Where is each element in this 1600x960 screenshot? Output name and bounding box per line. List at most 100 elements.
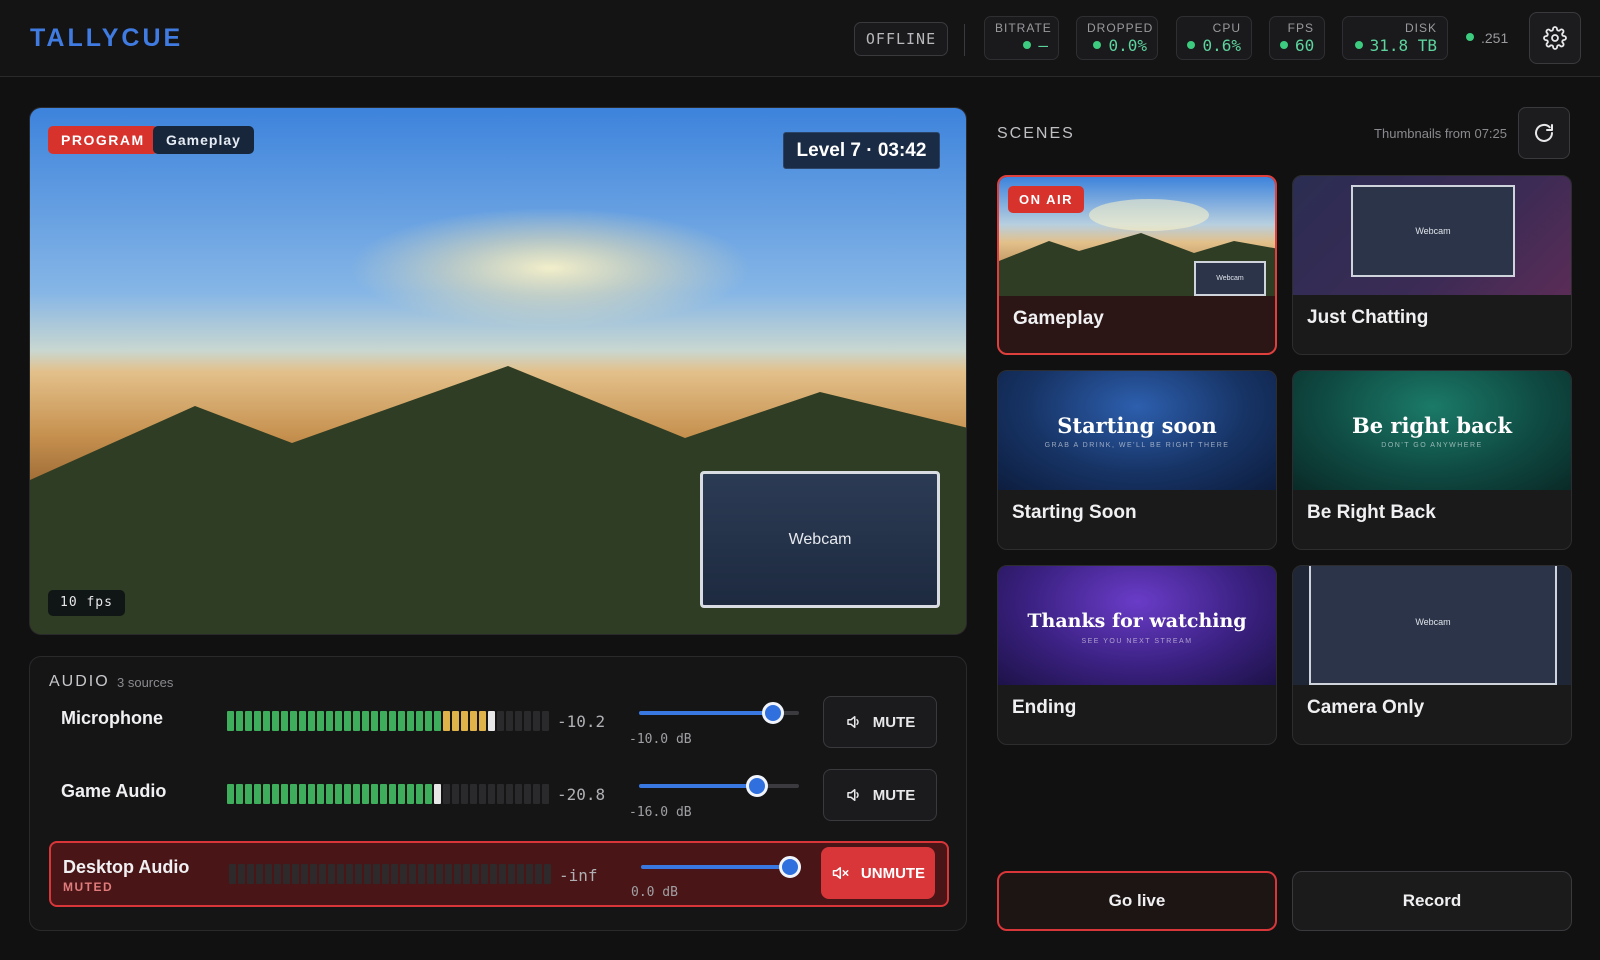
stat-disk-label: DISK	[1404, 21, 1437, 35]
meter-segment	[335, 784, 342, 804]
stat-dropped-value: 0.0%	[1108, 36, 1147, 55]
program-badge: PROGRAM	[48, 126, 158, 154]
meter-segment	[229, 864, 236, 884]
slider-handle[interactable]	[746, 775, 769, 797]
go-live-button[interactable]: Go live	[997, 871, 1277, 931]
track-name: Microphone	[61, 708, 163, 728]
volume-slider[interactable]	[639, 701, 799, 725]
meter-segment	[227, 784, 234, 804]
scenes-title: SCENES	[997, 125, 1075, 142]
scene-card-camera-only[interactable]: Webcam Camera Only	[1292, 565, 1572, 745]
volume-slider[interactable]	[639, 774, 799, 798]
game-hud-overlay: Level 7 · 03:42	[783, 132, 940, 169]
mute-button[interactable]: MUTE	[823, 769, 937, 821]
meter-segment	[515, 784, 522, 804]
settings-button[interactable]	[1529, 12, 1581, 64]
unmute-button-label: UNMUTE	[860, 864, 926, 882]
volume-slider[interactable]	[641, 855, 801, 879]
refresh-icon	[1535, 123, 1553, 142]
refresh-thumbnails-button[interactable]	[1518, 107, 1570, 159]
meter-segment	[470, 784, 477, 804]
meter-segment	[461, 784, 468, 804]
thumbnail-title: Thanks for watching	[1027, 610, 1247, 632]
meter-segment	[355, 864, 362, 884]
scene-card-ending[interactable]: Thanks for watching SEE YOU NEXT STREAM …	[997, 565, 1277, 745]
scene-name: Ending	[1012, 697, 1077, 718]
stat-bitrate-label: BITRATE	[995, 21, 1052, 35]
mute-button-label: MUTE	[872, 786, 916, 804]
meter-segment	[310, 864, 317, 884]
webcam-preview: Webcam	[1351, 185, 1515, 277]
scene-name: Gameplay	[1013, 308, 1104, 329]
meter-segment	[326, 784, 333, 804]
meter-segment	[353, 711, 360, 731]
audio-mixer-panel: AUDIO 3 sources Microphone -10.2 -10.0 d…	[29, 656, 967, 931]
meter-segment	[479, 784, 486, 804]
meter-segment	[371, 784, 378, 804]
meter-segment	[299, 711, 306, 731]
meter-segment	[299, 784, 306, 804]
unmute-button[interactable]: UNMUTE	[821, 847, 935, 899]
meter-segment	[488, 711, 495, 731]
meter-segment	[380, 711, 387, 731]
meter-segment	[454, 864, 461, 884]
meter-segment	[308, 711, 315, 731]
meter-segment	[362, 784, 369, 804]
meter-segment	[292, 864, 299, 884]
meter-segment	[281, 784, 288, 804]
scene-name: Be Right Back	[1307, 502, 1436, 523]
record-button[interactable]: Record	[1292, 871, 1572, 931]
audio-track-desktop-audio: Desktop Audio MUTED -inf 0.0 dB UNMUTE	[49, 841, 949, 907]
audio-source-count: 3 sources	[117, 675, 174, 690]
webcam-preview: Webcam	[1194, 261, 1266, 296]
meter-segment	[524, 711, 531, 731]
scene-card-gameplay[interactable]: Webcam ON AIR Gameplay	[997, 175, 1277, 355]
status-dot-icon	[1280, 41, 1288, 49]
meter-segment	[382, 864, 389, 884]
meter-segment	[263, 784, 270, 804]
meter-segment	[416, 711, 423, 731]
meter-segment	[436, 864, 443, 884]
thumbnails-timestamp: Thumbnails from 07:25	[1374, 126, 1507, 141]
scene-card-starting-soon[interactable]: Starting soon GRAB A DRINK, WE'LL BE RIG…	[997, 370, 1277, 550]
connection-label: .251	[1481, 30, 1509, 46]
scene-thumbnail: Thanks for watching SEE YOU NEXT STREAM	[998, 566, 1276, 685]
stat-disk: DISK 31.8 TB	[1342, 16, 1448, 60]
program-preview[interactable]: PROGRAM Gameplay Level 7 · 03:42 Webcam …	[29, 107, 967, 635]
meter-segment	[416, 784, 423, 804]
meter-segment	[452, 711, 459, 731]
scene-card-just-chatting[interactable]: Webcam Just Chatting	[1292, 175, 1572, 355]
stat-dropped: DROPPED 0.0%	[1076, 16, 1158, 60]
level-readout: -20.8	[557, 785, 606, 804]
slider-fill	[639, 711, 774, 715]
meter-segment	[472, 864, 479, 884]
scene-name: Just Chatting	[1307, 307, 1429, 328]
meter-segment	[499, 864, 506, 884]
scene-card-be-right-back[interactable]: Be right back DON'T GO ANYWHERE Be Right…	[1292, 370, 1572, 550]
audio-title: AUDIO	[49, 673, 110, 690]
meter-segment	[290, 711, 297, 731]
meter-segment	[443, 784, 450, 804]
muted-label: MUTED	[63, 880, 114, 894]
speaker-icon	[847, 789, 859, 801]
stat-bitrate-value: —	[1038, 36, 1048, 55]
preview-fps-badge: 10 fps	[48, 590, 125, 616]
meter-segment	[254, 784, 261, 804]
meter-segment	[364, 864, 371, 884]
meter-segment	[344, 711, 351, 731]
level-readout: -10.2	[557, 712, 606, 731]
thumbnail-subtitle: SEE YOU NEXT STREAM	[1081, 638, 1193, 645]
mute-button[interactable]: MUTE	[823, 696, 937, 748]
stat-cpu: CPU 0.6%	[1176, 16, 1252, 60]
meter-segment	[479, 711, 486, 731]
slider-handle[interactable]	[779, 856, 801, 878]
speaker-muted-icon	[832, 867, 849, 879]
meter-segment	[308, 784, 315, 804]
slider-handle[interactable]	[762, 702, 785, 724]
meter-segment	[506, 711, 513, 731]
meter-segment	[443, 711, 450, 731]
scene-thumbnail: Starting soon GRAB A DRINK, WE'LL BE RIG…	[998, 371, 1276, 490]
meter-segment	[391, 864, 398, 884]
meter-segment	[301, 864, 308, 884]
meter-segment	[452, 784, 459, 804]
